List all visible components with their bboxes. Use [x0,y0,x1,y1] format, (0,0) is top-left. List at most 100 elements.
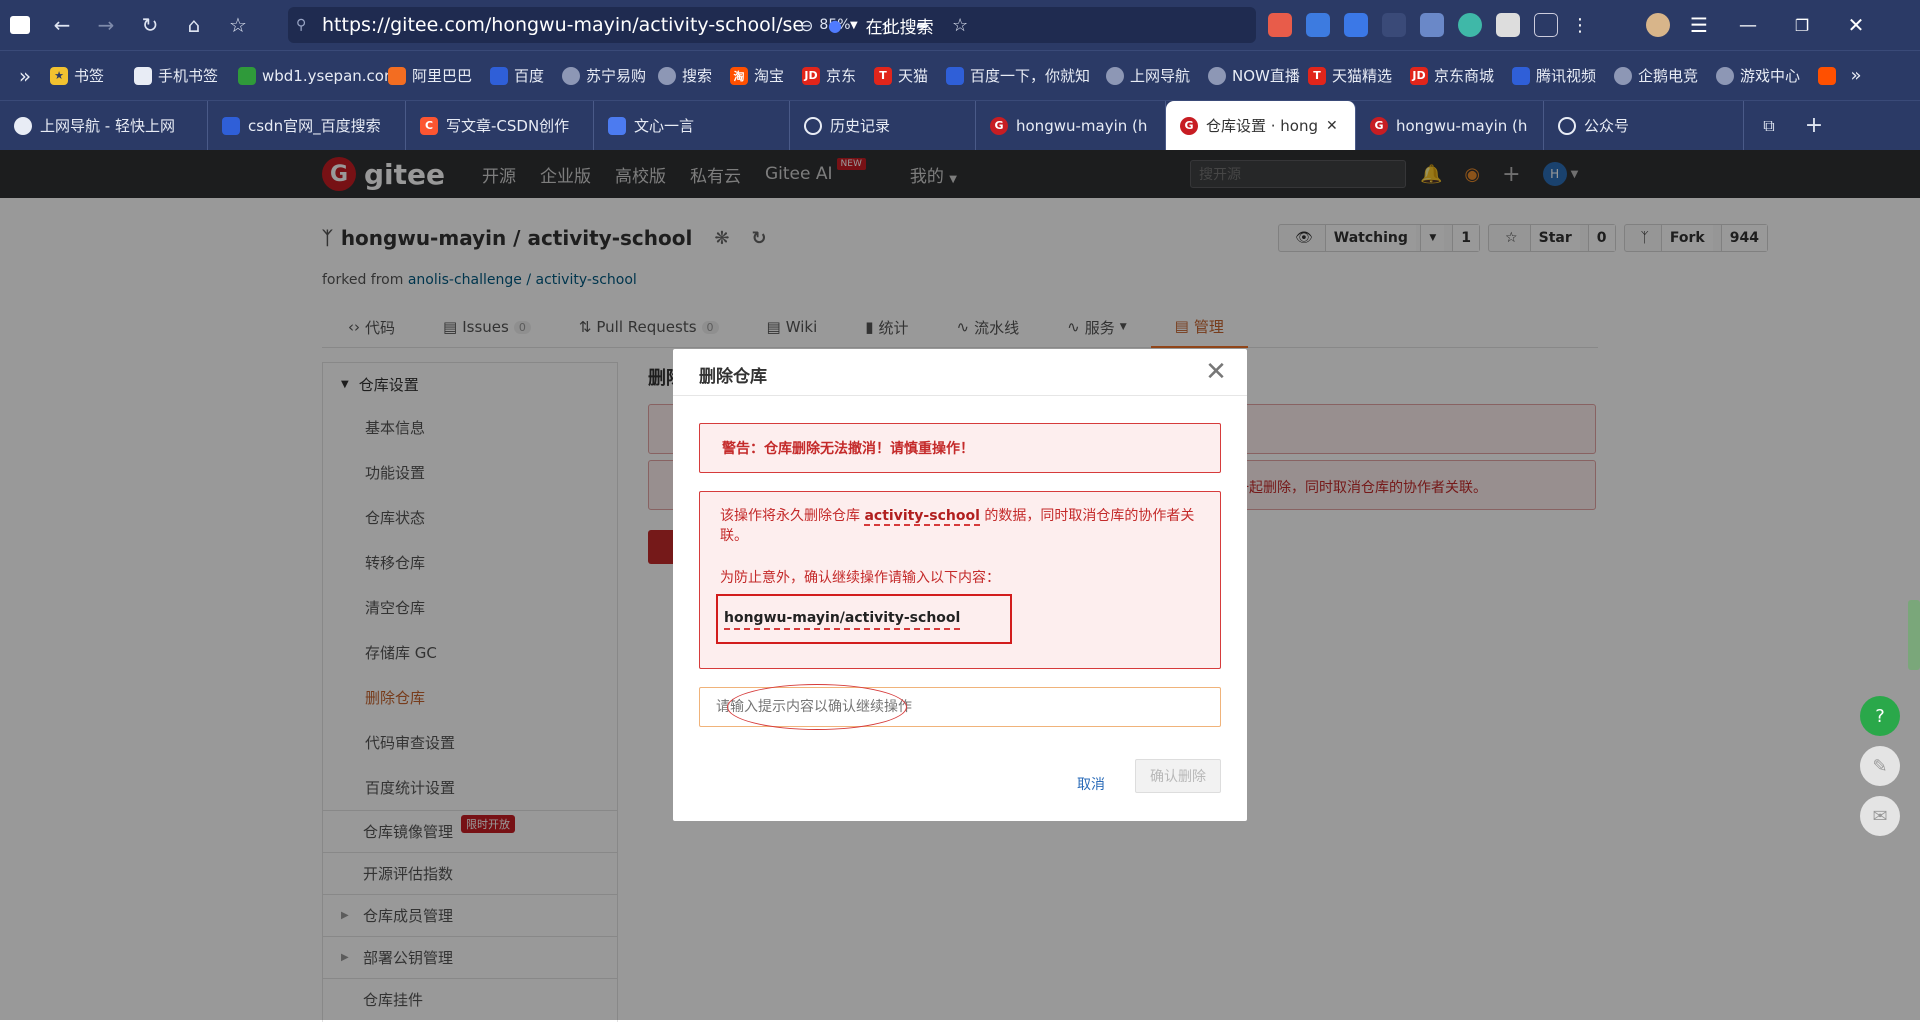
edit-button[interactable]: ✎ [1860,746,1900,786]
nav-icon [14,116,32,135]
bookmark-item[interactable]: T 天猫精选 [1308,51,1410,101]
tab-strip: 上网导航 - 轻快上网 csdn官网_百度搜索 C 写文章-CSDN创作 文心一言… [0,100,1920,151]
bookmark-item[interactable]: 上网导航 [1106,51,1208,101]
bookmark-item[interactable]: JD 京东商城 [1410,51,1512,101]
browser-tab[interactable]: Ghongwu-mayin (h [1356,100,1544,151]
bookmark-item[interactable]: 企鹅电竞 [1614,51,1716,101]
wechat-icon [1558,116,1576,135]
ernie-icon [608,116,626,135]
browser-tab[interactable]: 公众号 [1544,100,1744,151]
browser-tab[interactable]: 上网导航 - 轻快上网 [0,100,208,151]
browser-tab[interactable]: 文心一言 [594,100,790,151]
taobao-icon: 淘 [730,66,748,85]
tencent-video-icon [1512,66,1530,85]
more-vert-icon[interactable]: ⋮ [1571,15,1589,36]
paw-icon: ● [828,15,842,35]
bookmark-item[interactable]: ★ 书签 [50,51,134,101]
bookmark-item[interactable]: JD 京东 [802,51,874,101]
zoom-out-icon: ⊖ [800,15,814,35]
puzzle-icon[interactable] [1382,13,1406,37]
confirm-text-box: hongwu-mayin/activity-school [716,594,1012,644]
minimize-icon[interactable]: — [1728,15,1768,36]
forward-icon[interactable]: → [84,0,128,50]
bookmark-item[interactable]: T 天猫 [874,51,946,101]
alibaba-icon [388,66,406,85]
browser-tab[interactable]: Ghongwu-mayin (h [976,100,1166,151]
address-bar[interactable]: ⚲ https://gitee.com/hongwu-mayin/activit… [288,7,1256,43]
delete-description: 该操作将永久删除仓库 activity-school 的数据，同时取消仓库的协作… [720,508,1195,544]
taobao-icon[interactable] [1818,66,1836,85]
close-tab-icon[interactable]: ✕ [1326,118,1338,134]
browser-tab-active[interactable]: G 仓库设置 · hong ✕ [1166,100,1356,151]
back-icon[interactable]: ← [40,0,84,50]
bookmark-item[interactable]: 百度 [490,51,562,101]
restore-icon[interactable]: ❐ [1782,16,1822,35]
jd-icon: JD [802,66,820,85]
cancel-button[interactable]: 取消 [1077,774,1105,794]
bookmark-item[interactable]: 阿里巴巴 [388,51,490,101]
browser-menu-icon[interactable] [0,0,40,50]
gitee-icon: G [1370,116,1388,135]
new-tab-icon[interactable]: + [1794,113,1834,138]
browser-toolbar: ← → ↻ ⌂ ☆ ⚲ https://gitee.com/hongwu-may… [0,0,1920,50]
bookmark-item[interactable]: 搜索 [658,51,730,101]
close-window-icon[interactable]: ✕ [1836,13,1876,37]
url-text[interactable]: https://gitee.com/hongwu-mayin/activity-… [322,14,804,36]
tmall-icon: T [1308,66,1326,85]
bookmark-item[interactable]: 腾讯视频 [1512,51,1614,101]
home-icon[interactable]: ⌂ [172,0,216,50]
bookmarks-expand-icon[interactable]: » [0,64,50,88]
delete-repo-dialog: 删除仓库 ✕ 警告：仓库删除无法撤消！请慎重操作！ 该操作将永久删除仓库 act… [673,349,1247,821]
bookmark-item[interactable]: 淘淘宝 [730,51,802,101]
bookmarks-bar: » ★ 书签 手机书签 wbd1.ysepan.cor 阿里巴巴 百度 苏宁易购 … [0,50,1920,100]
menu-icon[interactable]: ☰ [1684,13,1714,37]
bookmarks-overflow-icon[interactable]: » [1836,65,1876,86]
globe-icon [1106,66,1124,85]
globe-icon [1208,66,1226,85]
divider [673,395,1247,396]
bookmark-item[interactable]: 手机书签 [134,51,238,101]
globe-icon [1716,66,1734,85]
bookmark-item[interactable]: NOW直播 [1208,51,1308,101]
pdf-icon[interactable] [1268,13,1292,37]
confirm-input[interactable] [699,687,1221,727]
baidu-icon [490,66,508,85]
close-icon[interactable]: ✕ [1203,357,1229,387]
search-engine-box[interactable]: ● ▼ 在此搜索 [828,7,934,43]
search-placeholder: 在此搜索 [865,17,934,38]
globe-icon [1614,66,1632,85]
warning-alert: 警告：仓库删除无法撤消！请慎重操作！ [699,423,1221,473]
gitee-icon: G [990,116,1008,135]
jd-icon: JD [1410,66,1428,85]
phone-icon [134,66,152,85]
favorite-icon[interactable]: ☆ [952,15,968,36]
bookmark-item[interactable]: 苏宁易购 [562,51,658,101]
tmall-icon: T [874,66,892,85]
glasses-icon[interactable] [1496,13,1520,37]
layers-icon[interactable] [1344,13,1368,37]
globe-icon[interactable] [1458,13,1482,37]
bookmark-star-icon[interactable]: ☆ [216,0,260,50]
globe-icon [658,66,676,85]
scrollbar[interactable] [1908,600,1920,670]
chevron-down-icon: ▼ [849,19,858,31]
screen-icon[interactable] [1420,13,1444,37]
browser-tab[interactable]: 历史记录 [790,100,976,151]
feedback-button[interactable]: ✉ [1860,796,1900,836]
reload-icon[interactable]: ↻ [128,0,172,50]
star-icon: ★ [50,66,68,85]
pen-icon[interactable] [1534,13,1558,37]
confirm-delete-button[interactable]: 确认删除 [1135,759,1221,793]
browser-tab[interactable]: C 写文章-CSDN创作 [406,100,594,151]
help-button[interactable]: ? [1860,696,1900,736]
history-icon [804,116,822,135]
user-avatar-icon[interactable] [1646,13,1670,37]
bookmark-item[interactable]: wbd1.ysepan.cor [238,51,388,101]
browser-tab[interactable]: csdn官网_百度搜索 [208,100,406,151]
bookmark-item[interactable]: 游戏中心 [1716,51,1818,101]
search-icon: ⚲ [296,17,307,33]
translate-icon[interactable] [1306,13,1330,37]
bookmark-item[interactable]: 百度一下，你就知 [946,51,1106,101]
tab-groups-icon[interactable]: ⧉ [1744,116,1794,136]
gitee-icon: G [1180,116,1198,135]
